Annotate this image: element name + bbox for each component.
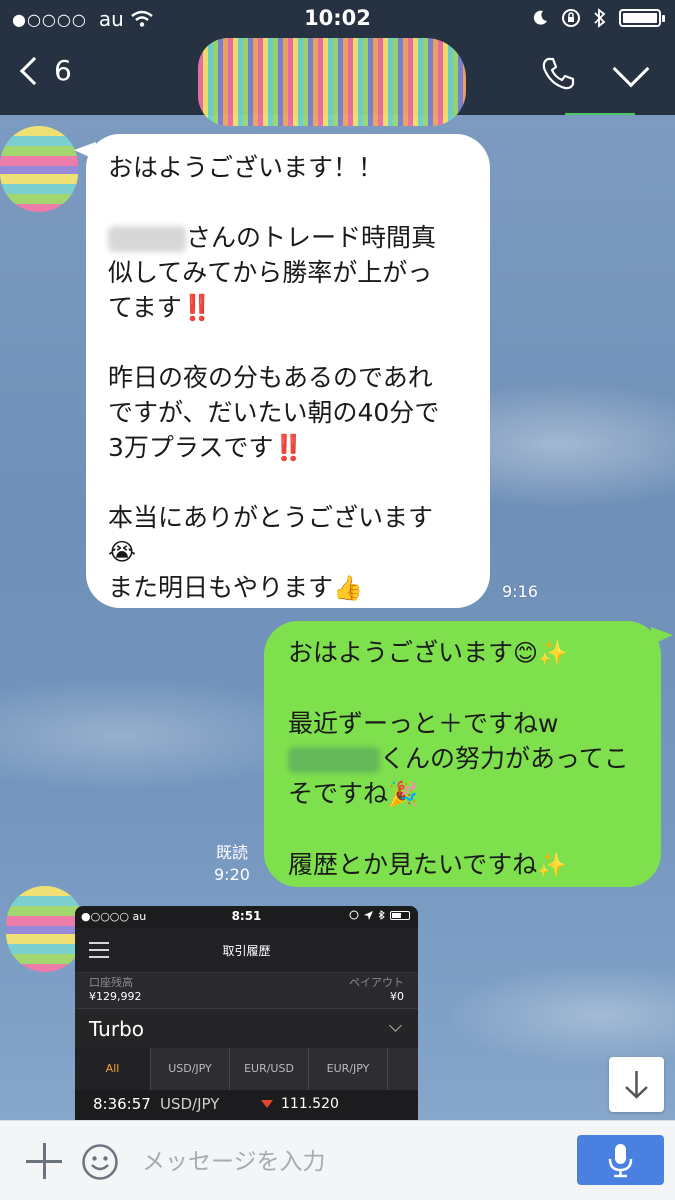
message-input-bar	[0, 1120, 675, 1200]
outgoing-message-bubble[interactable]: おはようございます😊✨ 最近ずーっと＋ですねw くんの努力があってこ そですね🎉…	[264, 621, 661, 887]
thumbs-up-emoji: 👍	[333, 574, 363, 602]
message-line: 似してみてから勝率が上がっ	[108, 258, 433, 287]
message-text: 3万プラスです	[108, 433, 274, 462]
message-text: おはようございます	[288, 638, 514, 667]
balance-label: 口座残高	[89, 976, 133, 989]
message-text: また明日もやります	[108, 573, 334, 602]
chat-title-redacted	[198, 38, 466, 126]
message-line: おはようございます😊✨	[288, 635, 637, 671]
payout-value: ¥0	[390, 990, 404, 1003]
balance-value: ¥129,992	[89, 990, 142, 1003]
image-message[interactable]: ●○○○○ au 8:51 取引履歴 口座残高 ¥129,992 ペイアウト ¥…	[75, 906, 418, 1120]
trade-price: 111.520	[281, 1096, 339, 1112]
rotation-lock-icon	[562, 9, 580, 27]
down-arrow-icon	[261, 1100, 273, 1108]
tab-eur-jpy: EUR/JPY	[309, 1048, 388, 1090]
back-button[interactable]: 6	[18, 54, 72, 87]
battery-icon	[619, 9, 665, 27]
trade-pair: USD/JPY	[160, 1095, 220, 1113]
message-line: 昨日の夜の分もあるのであれ	[108, 363, 433, 392]
chat-header: ●○○○○ au 10:02 6	[0, 0, 675, 126]
double-exclamation-emoji: ‼️	[273, 433, 305, 462]
scroll-to-bottom-button[interactable]	[609, 1057, 664, 1112]
moon-icon	[533, 10, 547, 25]
message-text: くんの努力があってこ	[380, 744, 629, 773]
redacted-name	[288, 747, 380, 773]
header-accent-line	[565, 113, 635, 115]
screenshot-status-bar: ●○○○○ au 8:51	[75, 906, 418, 928]
message-text: さんのトレード時間真	[186, 223, 437, 252]
crying-face-emoji: 😭	[108, 538, 137, 566]
message-line: 3万プラスです‼️	[108, 430, 468, 465]
tab-eur-usd: EUR/USD	[230, 1048, 309, 1090]
bluetooth-icon	[594, 8, 606, 28]
voice-input-button[interactable]	[577, 1135, 664, 1185]
message-line: 履歴とか見たいですね✨	[288, 847, 637, 883]
location-arrow-icon	[364, 910, 373, 920]
message-line: てます‼️	[108, 290, 468, 325]
message-text: そですね	[288, 779, 389, 808]
message-line: おはようございます！！	[108, 153, 384, 182]
chevron-left-icon	[19, 56, 49, 85]
emoji-icon[interactable]	[81, 1143, 119, 1181]
read-receipt: 既読 9:20	[214, 842, 250, 886]
arrow-down-icon	[625, 1071, 648, 1099]
bluetooth-icon	[378, 910, 385, 920]
tab-ge: GE	[388, 1048, 418, 1090]
product-selector: Turbo	[75, 1008, 418, 1048]
message-timestamp: 9:16	[502, 582, 538, 601]
avatar[interactable]	[6, 886, 84, 972]
rotation-lock-icon	[349, 910, 359, 920]
plus-icon[interactable]	[26, 1143, 62, 1179]
double-exclamation-emoji: ‼️	[181, 293, 213, 322]
message-line: そですね🎉	[288, 776, 637, 812]
sparkles-emoji: ✨	[538, 639, 568, 667]
message-line: 本当にありがとうございます	[108, 503, 434, 532]
message-line: また明日もやります👍	[108, 570, 468, 606]
payout: ペイアウト ¥0	[349, 976, 404, 1004]
message-line: ですが、だいたい朝の40分で	[108, 398, 440, 427]
battery-icon	[390, 910, 410, 920]
avatar[interactable]	[0, 126, 78, 212]
message-text: てます	[108, 293, 182, 322]
chevron-down-icon	[389, 1019, 402, 1032]
read-label: 既読	[215, 843, 248, 862]
unread-count: 6	[54, 54, 72, 87]
tab-usd-jpy: USD/JPY	[151, 1048, 230, 1090]
screenshot-status-icons	[349, 910, 410, 920]
message-text: 履歴とか見たいですね	[288, 850, 538, 879]
message-line: くんの努力があってこ	[288, 741, 637, 776]
product-label: Turbo	[89, 1017, 145, 1041]
message-input[interactable]	[142, 1145, 552, 1179]
trade-row: 8:36:57 USD/JPY 111.520	[75, 1090, 418, 1120]
message-timestamp: 9:20	[214, 865, 250, 884]
phone-call-icon[interactable]	[540, 56, 576, 92]
status-right	[531, 8, 665, 28]
balance-row: 口座残高 ¥129,992 ペイアウト ¥0	[75, 972, 418, 1008]
message-line: さんのトレード時間真	[108, 220, 468, 255]
account-balance: 口座残高 ¥129,992	[89, 976, 142, 1004]
incoming-message-bubble[interactable]: おはようございます！！ さんのトレード時間真 似してみてから勝率が上がっ てます…	[86, 134, 490, 608]
payout-label: ペイアウト	[349, 976, 404, 989]
redacted-name	[108, 226, 186, 252]
party-popper-emoji: 🎉	[388, 780, 418, 808]
smiling-face-emoji: 😊	[513, 639, 539, 667]
status-bar: ●○○○○ au 10:02	[0, 0, 675, 38]
tab-all: All	[75, 1048, 151, 1090]
microphone-icon	[608, 1144, 633, 1178]
pair-tabs: All USD/JPY EUR/USD EUR/JPY GE	[75, 1048, 418, 1090]
sparkles-emoji: ✨	[537, 851, 568, 879]
message-line: 最近ずーっと＋ですねw	[288, 709, 559, 738]
trade-time: 8:36:57	[93, 1095, 151, 1113]
screenshot-title: 取引履歴	[222, 944, 271, 958]
screenshot-header: 取引履歴	[75, 928, 418, 972]
chevron-down-icon[interactable]	[612, 50, 650, 88]
